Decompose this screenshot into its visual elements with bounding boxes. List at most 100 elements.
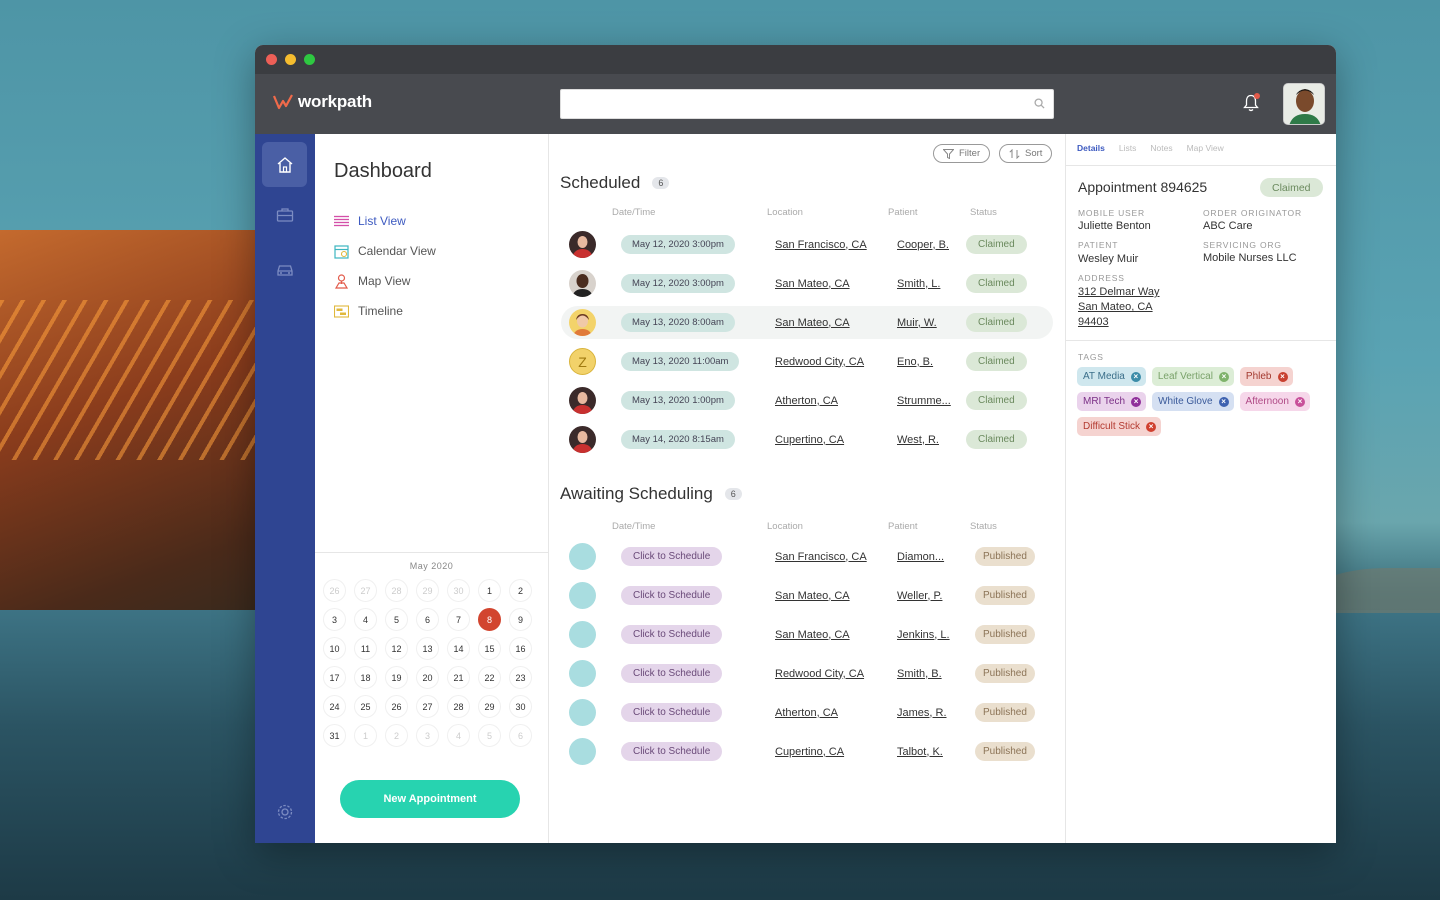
table-row[interactable]: Z May 13, 2020 11:00am Redwood City, CA Eno… — [561, 345, 1053, 378]
calendar-day[interactable]: 7 — [447, 608, 470, 631]
calendar-day[interactable]: 9 — [509, 608, 532, 631]
nav-item-calendar-view[interactable]: Calendar View — [334, 236, 436, 266]
calendar-day[interactable]: 1 — [354, 724, 377, 747]
calendar-day[interactable]: 4 — [447, 724, 470, 747]
address-value[interactable]: 312 Delmar Way San Mateo, CA 94403 — [1078, 285, 1160, 330]
nav-item-list-view[interactable]: List View — [334, 206, 436, 236]
nav-item-map-view[interactable]: Map View — [334, 266, 436, 296]
calendar-day[interactable]: 18 — [354, 666, 377, 689]
calendar-day[interactable]: 24 — [323, 695, 346, 718]
filter-button[interactable]: Filter — [933, 144, 991, 163]
rail-home-button[interactable] — [262, 142, 307, 187]
location-link[interactable]: San Mateo, CA — [775, 278, 850, 290]
calendar-day[interactable]: 2 — [385, 724, 408, 747]
calendar-day[interactable]: 12 — [385, 637, 408, 660]
calendar-day[interactable]: 13 — [416, 637, 439, 660]
tag-chip[interactable]: Afternoon × — [1239, 392, 1310, 411]
table-row[interactable]: Click to Schedule Redwood City, CA Smith, … — [561, 657, 1053, 690]
column-header-location[interactable]: Location — [767, 207, 803, 218]
minimize-window-button[interactable] — [285, 54, 296, 65]
patient-link[interactable]: Smith, L. — [897, 278, 940, 290]
location-link[interactable]: Atherton, CA — [775, 707, 838, 719]
column-header-patient[interactable]: Patient — [888, 207, 918, 218]
patient-link[interactable]: James, R. — [897, 707, 947, 719]
column-header-patient[interactable]: Patient — [888, 521, 918, 532]
calendar-day[interactable]: 2 — [509, 579, 532, 602]
nav-item-timeline[interactable]: Timeline — [334, 296, 436, 326]
new-appointment-button[interactable]: New Appointment — [340, 780, 520, 818]
appointment-datetime-chip[interactable]: May 14, 2020 8:15am — [621, 430, 735, 449]
calendar-day[interactable]: 25 — [354, 695, 377, 718]
appointment-datetime-chip[interactable]: May 12, 2020 3:00pm — [621, 274, 735, 293]
click-to-schedule-button[interactable]: Click to Schedule — [621, 547, 723, 566]
calendar-day[interactable]: 6 — [509, 724, 532, 747]
calendar-day[interactable]: 21 — [447, 666, 470, 689]
patient-link[interactable]: Smith, B. — [897, 668, 942, 680]
notifications-bell-icon[interactable] — [1243, 93, 1260, 117]
calendar-day[interactable]: 3 — [323, 608, 346, 631]
calendar-day[interactable]: 19 — [385, 666, 408, 689]
sort-button[interactable]: Sort — [999, 144, 1053, 163]
remove-tag-icon[interactable]: × — [1131, 396, 1142, 407]
click-to-schedule-button[interactable]: Click to Schedule — [621, 703, 723, 722]
tag-chip[interactable]: MRI Tech × — [1077, 392, 1147, 411]
table-row[interactable]: May 12, 2020 3:00pm San Francisco, CA Coop… — [561, 228, 1053, 261]
click-to-schedule-button[interactable]: Click to Schedule — [621, 586, 723, 605]
calendar-day[interactable]: 17 — [323, 666, 346, 689]
location-link[interactable]: San Mateo, CA — [775, 317, 850, 329]
table-row[interactable]: May 13, 2020 8:00am San Mateo, CA Muir, W.… — [561, 306, 1053, 339]
calendar-day[interactable]: 30 — [447, 579, 470, 602]
patient-link[interactable]: Strumme... — [897, 395, 951, 407]
calendar-day[interactable]: 28 — [447, 695, 470, 718]
calendar-day[interactable]: 29 — [478, 695, 501, 718]
rail-vehicles-button[interactable] — [262, 246, 307, 291]
patient-link[interactable]: Muir, W. — [897, 317, 937, 329]
calendar-day[interactable]: 16 — [509, 637, 532, 660]
column-header-date[interactable]: Date/Time — [612, 521, 655, 532]
tag-chip[interactable]: AT Media × — [1077, 367, 1146, 386]
patient-link[interactable]: Eno, B. — [897, 356, 933, 368]
appointment-datetime-chip[interactable]: May 12, 2020 3:00pm — [621, 235, 735, 254]
tab-notes[interactable]: Notes — [1150, 143, 1172, 153]
location-link[interactable]: San Francisco, CA — [775, 239, 867, 251]
patient-link[interactable]: Talbot, K. — [897, 746, 943, 758]
calendar-day[interactable]: 27 — [416, 695, 439, 718]
tag-chip[interactable]: Difficult Stick × — [1077, 417, 1162, 436]
click-to-schedule-button[interactable]: Click to Schedule — [621, 625, 723, 644]
calendar-day[interactable]: 5 — [385, 608, 408, 631]
calendar-day[interactable]: 28 — [385, 579, 408, 602]
tag-chip[interactable]: Phleb × — [1239, 367, 1293, 386]
remove-tag-icon[interactable]: × — [1146, 421, 1157, 432]
search-input[interactable] — [560, 89, 1054, 119]
patient-link[interactable]: Jenkins, L. — [897, 629, 950, 641]
maximize-window-button[interactable] — [304, 54, 315, 65]
appointment-datetime-chip[interactable]: May 13, 2020 11:00am — [621, 352, 740, 371]
table-row[interactable]: Click to Schedule San Mateo, CA Weller, P.… — [561, 579, 1053, 612]
table-row[interactable]: May 13, 2020 1:00pm Atherton, CA Strumme..… — [561, 384, 1053, 417]
rail-jobs-button[interactable] — [262, 192, 307, 237]
calendar-day[interactable]: 6 — [416, 608, 439, 631]
table-row[interactable]: Click to Schedule Cupertino, CA Talbot, K.… — [561, 735, 1053, 768]
calendar-day-selected[interactable]: 8 — [478, 608, 501, 631]
close-window-button[interactable] — [266, 54, 277, 65]
calendar-day[interactable]: 4 — [354, 608, 377, 631]
appointment-datetime-chip[interactable]: May 13, 2020 1:00pm — [621, 391, 735, 410]
remove-tag-icon[interactable]: × — [1130, 371, 1141, 382]
location-link[interactable]: San Francisco, CA — [775, 551, 867, 563]
remove-tag-icon[interactable]: × — [1277, 371, 1288, 382]
calendar-day[interactable]: 26 — [385, 695, 408, 718]
calendar-day[interactable]: 30 — [509, 695, 532, 718]
tab-details[interactable]: Details — [1077, 143, 1105, 153]
table-row[interactable]: Click to Schedule Atherton, CA James, R. Pu… — [561, 696, 1053, 729]
calendar-day[interactable]: 26 — [323, 579, 346, 602]
brand-logo[interactable]: workpath — [273, 92, 372, 112]
column-header-location[interactable]: Location — [767, 521, 803, 532]
calendar-day[interactable]: 10 — [323, 637, 346, 660]
column-header-status[interactable]: Status — [970, 521, 997, 532]
click-to-schedule-button[interactable]: Click to Schedule — [621, 742, 723, 761]
user-avatar[interactable] — [1283, 83, 1325, 125]
tab-map-view[interactable]: Map View — [1187, 143, 1224, 153]
location-link[interactable]: San Mateo, CA — [775, 590, 850, 602]
calendar-day[interactable]: 31 — [323, 724, 346, 747]
click-to-schedule-button[interactable]: Click to Schedule — [621, 664, 723, 683]
